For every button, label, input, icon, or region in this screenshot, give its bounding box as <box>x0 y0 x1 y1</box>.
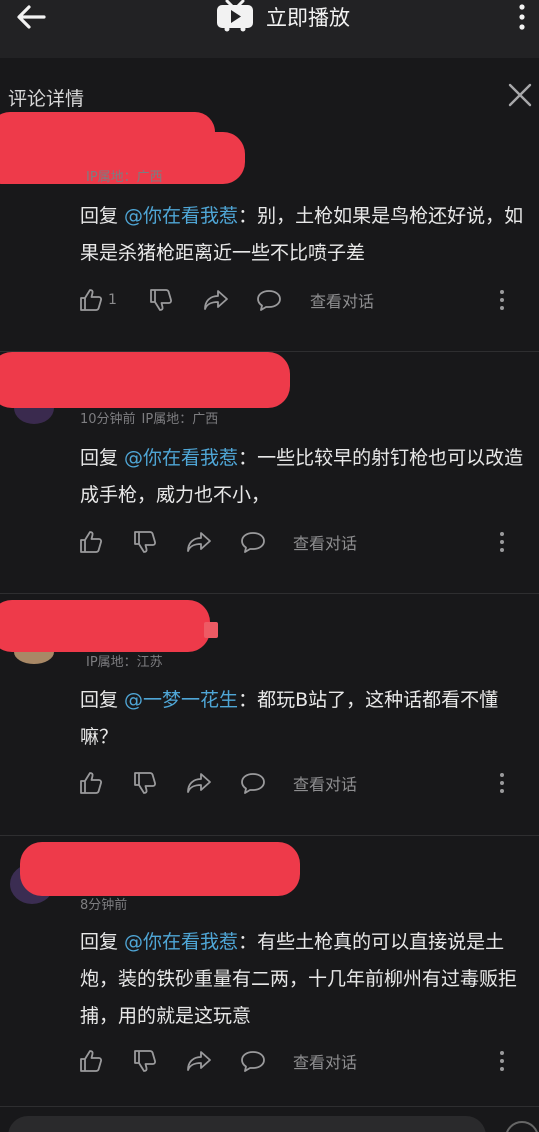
more-options-icon[interactable] <box>512 2 532 32</box>
chat-bubble-icon <box>241 773 265 794</box>
like-button[interactable]: 1 <box>78 283 117 317</box>
comment-meta: 8分钟前 <box>80 894 139 913</box>
comment-ip: IP属地：广西 <box>141 412 219 427</box>
mention-link[interactable]: @你在看我惹 <box>124 931 238 953</box>
view-conversation-link[interactable]: 查看对话 <box>310 288 374 312</box>
reply-label: 回复 <box>80 205 125 227</box>
comment-more-icon[interactable] <box>498 1049 506 1073</box>
tv-icon <box>216 0 254 36</box>
share-icon <box>187 532 211 552</box>
close-icon[interactable] <box>506 81 534 109</box>
play-now-label: 立即播放 <box>266 6 350 30</box>
thumbs-down-icon <box>134 772 157 794</box>
reply-label: 回复 <box>80 689 125 711</box>
thumbs-up-icon <box>80 289 103 311</box>
mention-link[interactable]: @一梦一花生 <box>124 689 238 711</box>
reply-button[interactable] <box>255 283 283 317</box>
emoji-icon[interactable] <box>505 1121 539 1132</box>
dislike-button[interactable] <box>132 1044 158 1078</box>
reply-label: 回复 <box>80 931 125 953</box>
share-button[interactable] <box>185 766 213 800</box>
comment-body: 回复 @你在看我惹：有些土枪真的可以直接说是土炮，装的铁砂重量有二两，十几年前柳… <box>80 924 535 1035</box>
comment-time: 10分钟前 <box>80 412 136 427</box>
divider <box>0 835 539 836</box>
comment-ip: IP属地：广西 <box>86 170 163 185</box>
thumbs-up-icon <box>80 1050 103 1072</box>
comment-more-icon[interactable] <box>498 288 506 312</box>
thumbs-down-icon <box>134 1050 157 1072</box>
comment-meta: IP属地：江苏 <box>80 651 169 670</box>
thumbs-down-icon <box>134 531 157 553</box>
comment-more-icon[interactable] <box>498 771 506 795</box>
reply-label: 回复 <box>80 447 125 469</box>
panel-title: 评论详情 <box>8 88 85 110</box>
redaction-mark <box>0 600 210 652</box>
comment-actions: 查看对话 <box>0 525 539 559</box>
divider <box>0 1106 539 1107</box>
like-button[interactable] <box>78 525 104 559</box>
share-icon <box>204 290 228 310</box>
dislike-button[interactable] <box>148 283 174 317</box>
thumbs-up-icon <box>80 772 103 794</box>
like-button[interactable] <box>78 1044 104 1078</box>
like-count: 1 <box>108 292 117 308</box>
share-button[interactable] <box>185 525 213 559</box>
comment-body: 回复 @你在看我惹：一些比较早的射钉枪也可以改造成手枪，威力也不小， <box>80 440 535 514</box>
comment-time: 8分钟前 <box>80 898 128 913</box>
comment-meta: 10分钟前 IP属地：广西 <box>80 408 224 427</box>
badge-icon <box>204 622 218 638</box>
mention-link[interactable]: @你在看我惹 <box>124 447 238 469</box>
comment-actions: 查看对话 <box>0 1044 539 1078</box>
like-button[interactable] <box>78 766 104 800</box>
reply-button[interactable] <box>239 1044 267 1078</box>
view-conversation-link[interactable]: 查看对话 <box>293 771 357 795</box>
top-bar: 立即播放 <box>0 0 539 58</box>
reply-input-bar[interactable] <box>8 1116 486 1132</box>
share-icon <box>187 773 211 793</box>
comment-body: 回复 @一梦一花生：都玩B站了，这种话都看不懂嘛？ <box>80 682 535 756</box>
chat-bubble-icon <box>241 532 265 553</box>
reply-button[interactable] <box>239 525 267 559</box>
comment-actions: 查看对话 <box>0 766 539 800</box>
thumbs-up-icon <box>80 531 103 553</box>
view-conversation-link[interactable]: 查看对话 <box>293 530 357 554</box>
comment-meta: IP属地：广西 <box>80 166 169 185</box>
comment-more-icon[interactable] <box>498 530 506 554</box>
divider <box>0 593 539 594</box>
share-button[interactable] <box>185 1044 213 1078</box>
comment-actions: 1 查看对话 <box>0 283 539 317</box>
mention-link[interactable]: @你在看我惹 <box>124 205 238 227</box>
dislike-button[interactable] <box>132 525 158 559</box>
reply-button[interactable] <box>239 766 267 800</box>
thumbs-down-icon <box>150 289 173 311</box>
chat-bubble-icon <box>257 290 281 311</box>
redaction-mark <box>0 352 290 408</box>
share-button[interactable] <box>202 283 230 317</box>
dislike-button[interactable] <box>132 766 158 800</box>
comment-ip: IP属地：江苏 <box>86 655 163 670</box>
view-conversation-link[interactable]: 查看对话 <box>293 1049 357 1073</box>
share-icon <box>187 1051 211 1071</box>
comment-body: 回复 @你在看我惹：别，土枪如果是鸟枪还好说，如果是杀猪枪距离近一些不比喷子差 <box>80 198 535 272</box>
chat-bubble-icon <box>241 1051 265 1072</box>
play-now-button[interactable]: 立即播放 <box>216 0 350 34</box>
redaction-mark <box>20 842 300 896</box>
back-arrow-icon[interactable] <box>14 2 50 32</box>
